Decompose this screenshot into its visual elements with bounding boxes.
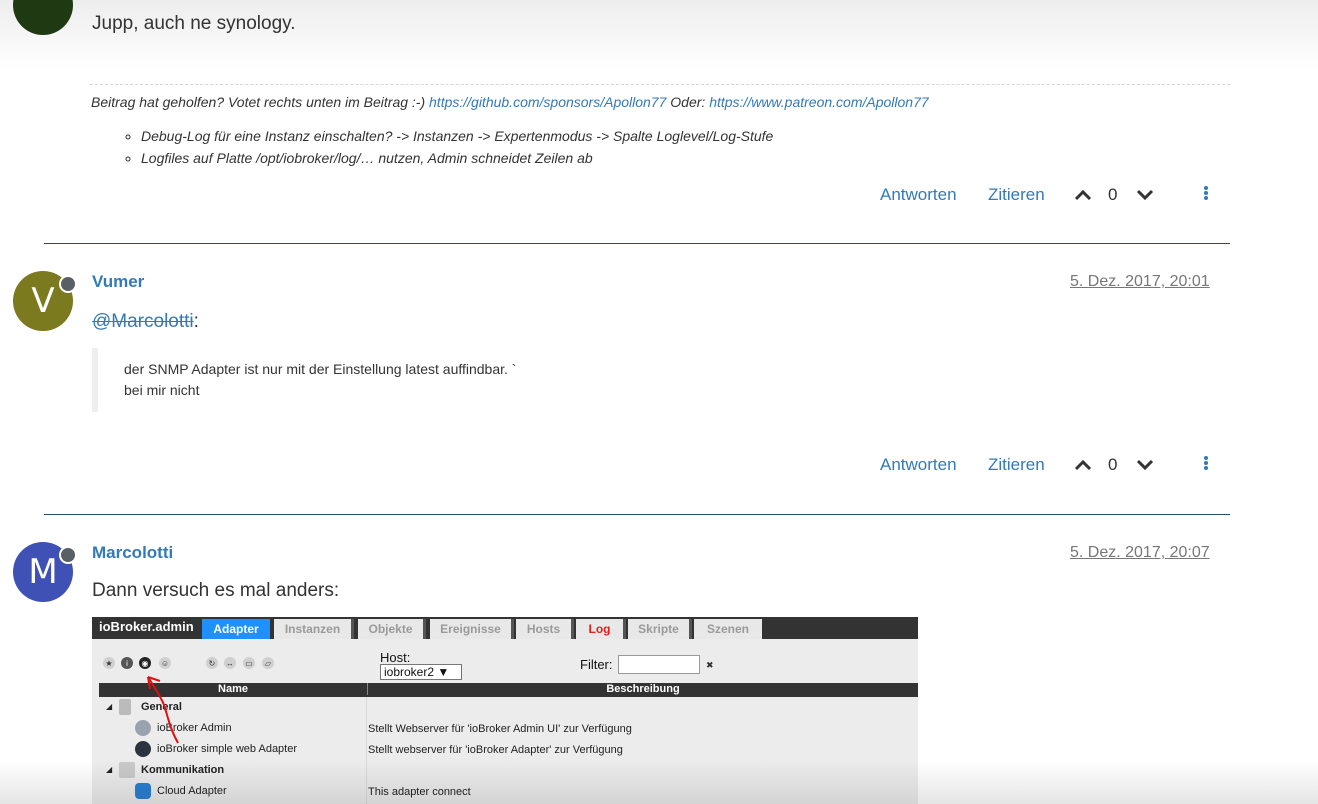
tab-szenen: Szenen — [694, 619, 762, 639]
timestamp[interactable]: 5. Dez. 2017, 20:07 — [1070, 544, 1210, 562]
row-description: Stellt Webserver für 'ioBroker Admin UI'… — [368, 723, 632, 735]
status-indicator — [59, 275, 77, 293]
table-row: Cloud Adapter This adapter connect — [99, 781, 918, 802]
tab-log: Log — [576, 619, 626, 639]
top-scroll-shadow — [0, 0, 1318, 70]
row-name: Cloud Adapter — [157, 785, 227, 797]
vote-count: 0 — [1108, 455, 1118, 474]
downvote-icon[interactable] — [1136, 458, 1154, 472]
signature-prefix: Beitrag hat geholfen? Votet rechts unten… — [91, 94, 430, 110]
tab-adapter: Adapter — [202, 619, 270, 639]
info-icon: i — [121, 657, 133, 669]
github-icon: ◉ — [139, 657, 151, 669]
list-item: Debug-Log für eine Instanz einschalten? … — [141, 125, 773, 147]
sponsor-link-github[interactable]: https://github.com/sponsors/Apollon77 — [429, 94, 666, 110]
table-row: ioBroker simple web Adapter Stellt webse… — [99, 739, 918, 760]
post-divider — [44, 243, 1230, 244]
signature: Beitrag hat geholfen? Votet rechts unten… — [91, 94, 929, 110]
signature-divider — [90, 84, 1230, 85]
tab-instanzen: Instanzen — [274, 619, 354, 639]
arrows-icon: ↔ — [224, 657, 236, 669]
upvote-icon[interactable] — [1074, 188, 1092, 202]
blockquote: der SNMP Adapter ist nur mit der Einstel… — [92, 348, 792, 412]
quote-button[interactable]: Zitieren — [988, 455, 1045, 475]
folder-open-icon: ▱ — [262, 657, 274, 669]
downvote-icon[interactable] — [1136, 188, 1154, 202]
tab-skripte: Skripte — [628, 619, 692, 639]
user-icon: ☺ — [159, 657, 171, 669]
host-label: Host: — [380, 650, 411, 665]
more-options-icon[interactable] — [1202, 455, 1210, 473]
filter-label: Filter: — [580, 657, 613, 672]
status-indicator — [59, 546, 77, 564]
tab-hosts: Hosts — [516, 619, 574, 639]
column-description: Beschreibung — [367, 683, 918, 695]
table-row: ◢ Kommunikation — [99, 760, 918, 781]
host-select: iobroker2 ▼ — [380, 664, 462, 680]
post-divider — [44, 514, 1230, 515]
vote-count: 0 — [1108, 185, 1118, 204]
tab-ereignisse: Ereignisse — [430, 619, 514, 639]
refresh-icon: ↻ — [206, 657, 218, 669]
table-row: ioBroker Admin Stellt Webserver für 'ioB… — [99, 718, 918, 739]
table-row: ◢ General — [99, 697, 918, 718]
post-content: @Marcolotti: — [92, 311, 199, 333]
quote-line: bei mir nicht — [124, 382, 200, 398]
embedded-screenshot[interactable]: ioBroker.admin Adapter Instanzen Objekte… — [92, 617, 918, 804]
more-options-icon[interactable] — [1202, 185, 1210, 203]
post-content: Dann versuch es mal anders: — [92, 580, 340, 601]
post-content: Jupp, auch ne synology. — [92, 13, 296, 34]
row-name: Kommunikation — [141, 764, 225, 776]
user-mention[interactable]: @Marcolotti — [92, 311, 194, 332]
signature-middle: Oder: — [666, 94, 710, 110]
folder-icon — [119, 699, 131, 715]
tree-toggle-icon: ◢ — [106, 702, 113, 711]
list-item: Logfiles auf Platte /opt/iobroker/log/… … — [141, 147, 773, 169]
reply-button[interactable]: Antworten — [880, 455, 957, 475]
star-icon: ★ — [103, 657, 115, 669]
quote-button[interactable]: Zitieren — [988, 185, 1045, 205]
clear-icon: ✖ — [706, 660, 714, 670]
sponsor-link-patreon[interactable]: https://www.patreon.com/Apollon77 — [709, 94, 928, 110]
admin-brand: ioBroker.admin — [99, 619, 194, 634]
row-description: This adapter connect — [368, 786, 471, 798]
username[interactable]: Vumer — [92, 272, 144, 292]
cloud-icon — [135, 783, 151, 799]
mention-suffix: : — [193, 311, 199, 332]
filter-input — [618, 655, 700, 674]
row-description: Stellt webserver für 'ioBroker Adapter' … — [368, 744, 623, 756]
folder-icon: ▭ — [243, 657, 255, 669]
table-header: Name Beschreibung — [99, 683, 918, 697]
tree-toggle-icon: ◢ — [106, 765, 113, 774]
username[interactable]: Marcolotti — [92, 543, 173, 563]
red-arrow-annotation — [147, 676, 179, 744]
reply-button[interactable]: Antworten — [880, 185, 957, 205]
signature-list: Debug-Log für eine Instanz einschalten? … — [91, 125, 773, 169]
upvote-icon[interactable] — [1074, 458, 1092, 472]
avatar[interactable] — [13, 0, 73, 35]
tab-objekte: Objekte — [358, 619, 426, 639]
network-icon — [119, 762, 135, 778]
quote-line: der SNMP Adapter ist nur mit der Einstel… — [124, 361, 517, 377]
timestamp[interactable]: 5. Dez. 2017, 20:01 — [1070, 273, 1210, 291]
